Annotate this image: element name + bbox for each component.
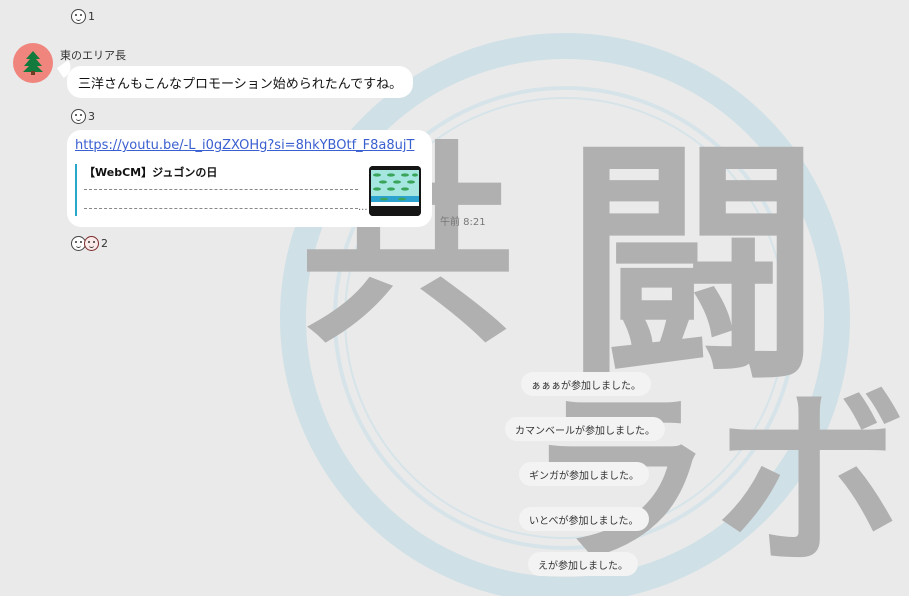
thumbnail-image	[369, 166, 421, 216]
system-message: ぁぁぁが参加しました。	[521, 372, 651, 396]
reaction-bar[interactable]: 2	[71, 236, 108, 251]
preview-ellipsis: ...	[358, 202, 368, 213]
sender-name: 東のエリア長	[60, 49, 126, 62]
reaction-count: 3	[88, 110, 95, 123]
link-message-bubble[interactable]: https://youtu.be/-L_i0gZXOHg?si=8hkYBOtf…	[67, 130, 432, 227]
system-message: カマンベールが参加しました。	[505, 417, 665, 441]
system-message: いとべが参加しました。	[519, 507, 649, 531]
message-text: 三洋さんもこんなプロモーション始められたんですね。	[78, 76, 403, 92]
system-message: えが参加しました。	[528, 552, 638, 576]
message-timestamp: 午前 8:21	[440, 217, 486, 228]
tree-icon	[23, 51, 43, 75]
bear-face-icon	[84, 236, 99, 251]
preview-divider	[84, 208, 358, 209]
message-bubble[interactable]: 三洋さんもこんなプロモーション始められたんですね。	[67, 66, 414, 98]
link-preview-thumbnail[interactable]	[369, 166, 421, 216]
system-message: ギンガが参加しました。	[519, 462, 649, 486]
reaction-count: 1	[88, 10, 95, 23]
avatar[interactable]	[13, 43, 53, 83]
link-preview-title: 【WebCM】ジュゴンの日	[84, 166, 218, 179]
reaction-bar[interactable]: 1	[71, 9, 95, 24]
chat-window: 共 闘 ラボ 1 東のエリア長 三洋さんもこんなプロモーション始められたんですね…	[0, 0, 909, 596]
reaction-bar[interactable]: 3	[71, 109, 95, 124]
reaction-count: 2	[101, 237, 108, 250]
preview-divider	[84, 189, 358, 190]
watermark-glyph-to: 闘	[565, 116, 821, 415]
link-preview-card[interactable]: 【WebCM】ジュゴンの日 ...	[75, 164, 422, 216]
smile-face-icon	[71, 109, 86, 124]
link-url[interactable]: https://youtu.be/-L_i0gZXOHg?si=8hkYBOtf…	[75, 138, 420, 153]
smile-face-icon	[71, 9, 86, 24]
